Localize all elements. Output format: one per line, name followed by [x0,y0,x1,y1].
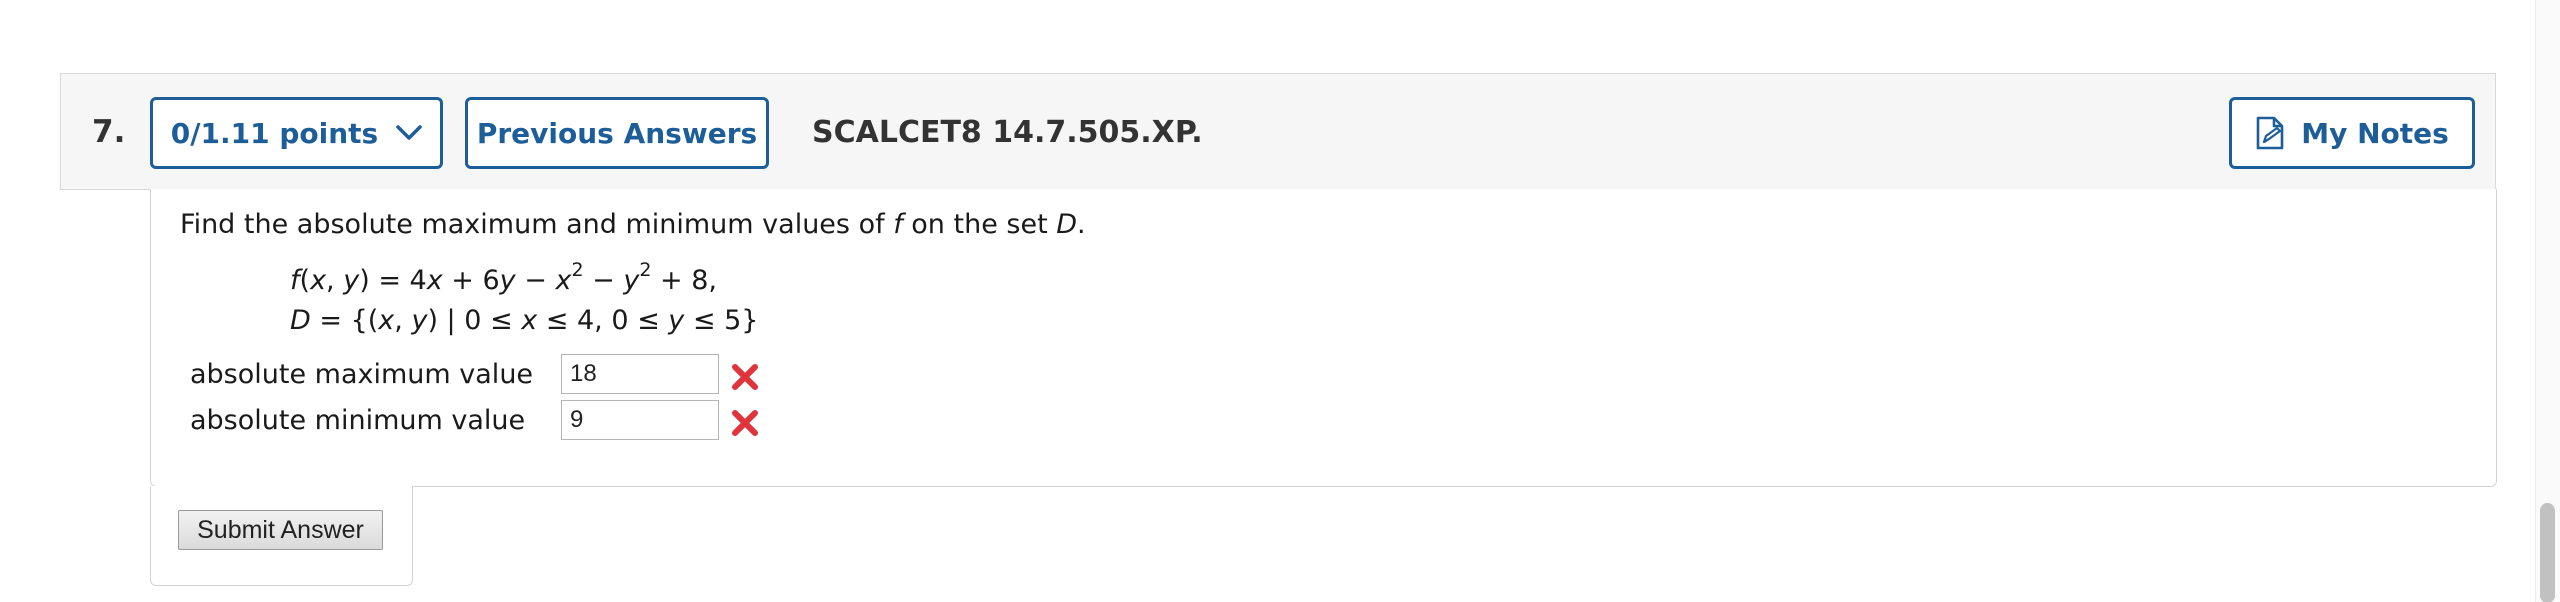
eq-x: x [555,265,572,296]
prompt-D: D [1056,209,1078,240]
my-notes-label: My Notes [2301,116,2449,150]
eq-term: + 6 [442,265,500,296]
prompt-end: . [1077,209,1086,240]
max-value-input[interactable] [561,354,719,394]
eq-term: = 4 [369,265,427,296]
points-label: 0/1.11 points [170,116,379,150]
eq-f: f [290,265,300,296]
set-y: y [411,305,428,336]
my-notes-button[interactable]: My Notes [2229,97,2475,169]
submit-answer-button[interactable]: Submit Answer [178,510,383,550]
previous-answers-button[interactable]: Previous Answers [465,97,769,169]
question-code: SCALCET8 14.7.505.XP. [812,115,1203,150]
eq-y: y [623,265,640,296]
incorrect-x-icon [730,408,760,438]
prompt-text-mid: on the set [902,209,1057,240]
max-value-label: absolute maximum value [190,359,534,390]
set-x: x [378,305,395,336]
set-part: = {( [310,305,379,336]
eq-y: y [343,265,360,296]
min-value-input[interactable] [561,400,719,440]
eq-term: − [515,265,556,296]
eq-paren: ( [299,265,311,296]
eq-paren: ) [359,265,370,296]
eq-term: − [583,265,624,296]
eq-y: y [499,265,516,296]
set-x: x [521,305,538,336]
set-part: ≤ 4, 0 ≤ [537,305,669,336]
eq-x: x [310,265,327,296]
set-part: ≤ 5} [684,305,759,336]
incorrect-x-icon [730,362,760,392]
domain-set: D = {(x, y) | 0 ≤ x ≤ 4, 0 ≤ y ≤ 5} [290,303,758,339]
eq-x: x [426,265,443,296]
chevron-down-icon [396,125,422,141]
webassign-question: 7. 0/1.11 points Previous Answers SCALCE… [0,0,2560,602]
min-value-label: absolute minimum value [190,405,526,436]
set-part: , [394,305,412,336]
set-y: y [668,305,685,336]
points-dropdown-button[interactable]: 0/1.11 points [150,97,443,169]
prompt-text: Find the absolute maximum and minimum va… [180,209,894,240]
question-number: 7. [92,114,126,150]
function-equation: f(x, y) = 4x + 6y − x2 − y2 + 8, [290,261,717,299]
scrollbar-thumb[interactable] [2540,503,2555,602]
eq-exponent: 2 [639,259,652,281]
eq-comma: , [326,265,344,296]
eq-term: + 8, [651,265,717,296]
eq-exponent: 2 [571,259,584,281]
note-icon [2255,116,2285,150]
set-D: D [290,305,311,336]
prompt-f: f [893,209,903,240]
question-prompt: Find the absolute maximum and minimum va… [180,207,1086,243]
set-part: ) | 0 ≤ [427,305,522,336]
